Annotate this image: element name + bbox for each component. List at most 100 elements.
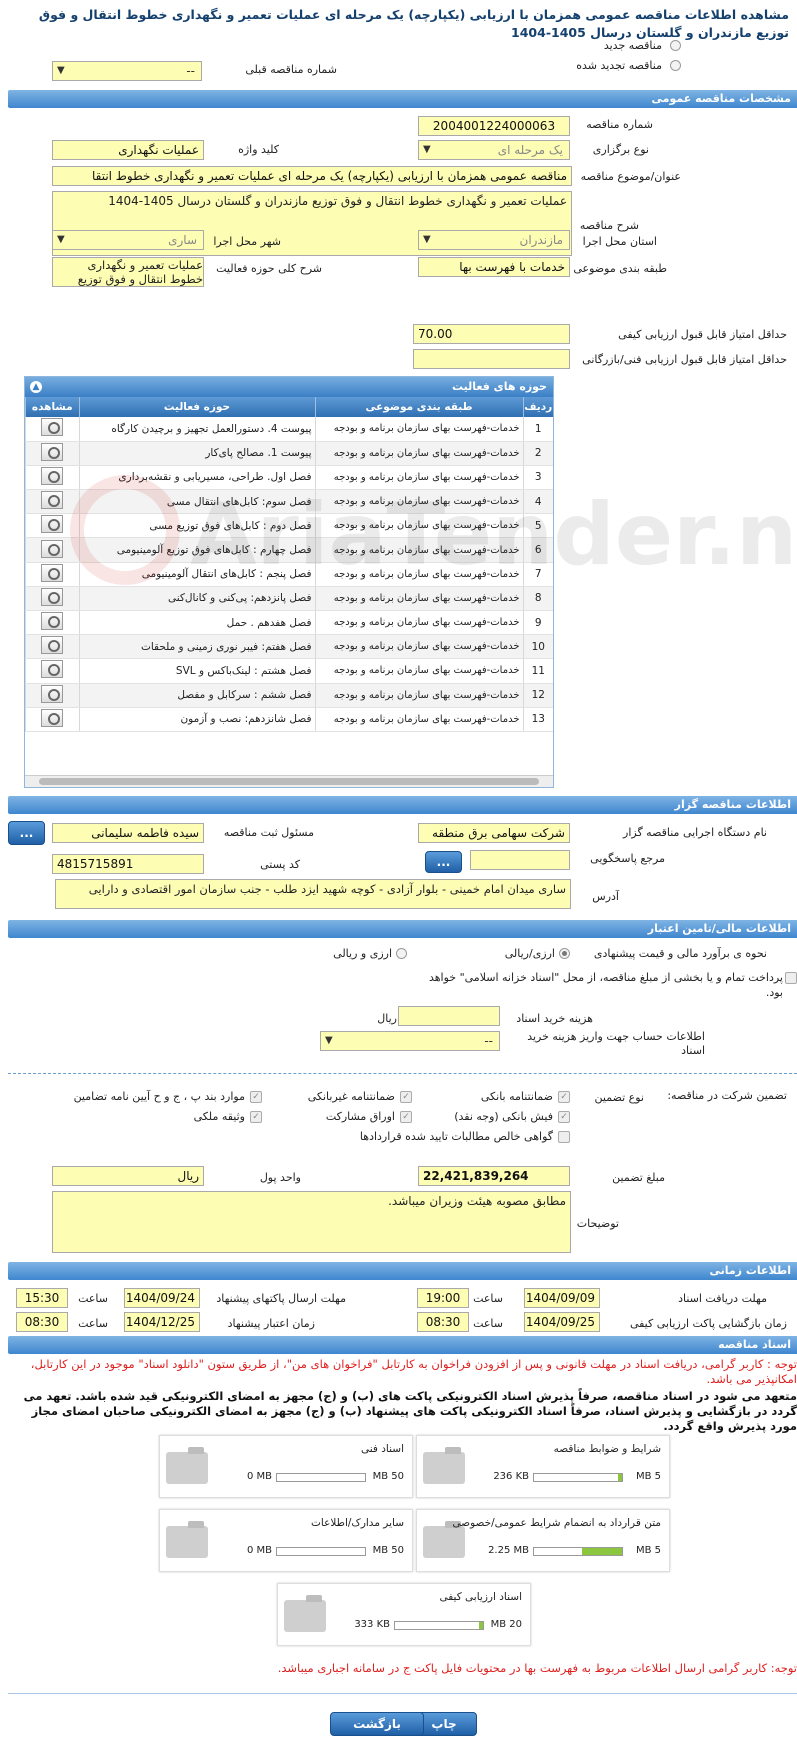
bank-guarantee-label: ضمانتنامه بانکی xyxy=(480,1090,553,1103)
currency-rial-label: ارزی/ریالی xyxy=(504,947,555,960)
ref-select-button[interactable]: ... xyxy=(425,851,462,873)
treasury-checkbox[interactable] xyxy=(785,972,797,984)
category-field[interactable]: خدمات با فهرست بها xyxy=(418,257,570,277)
hold-type-select[interactable]: یک مرحله ای ▼ xyxy=(418,140,570,160)
view-icon[interactable] xyxy=(41,684,64,703)
bank-guarantee-checkbox[interactable]: ✓ xyxy=(558,1091,570,1103)
folder-icon xyxy=(423,1447,465,1484)
open-date-field[interactable]: 1404/09/25 xyxy=(524,1312,600,1332)
currency-unit-field[interactable]: ریال xyxy=(52,1166,204,1186)
renewed-tender-radio[interactable] xyxy=(670,60,681,71)
view-icon[interactable] xyxy=(41,418,64,437)
row-field: فصل هشتم : لینک‌باکس و SVL xyxy=(78,658,315,684)
submit-time-field[interactable]: 15:30 xyxy=(16,1288,68,1308)
bank-receipt-checkbox[interactable]: ✓ xyxy=(558,1111,570,1123)
subject-field[interactable]: مناقصه عمومی همزمان با ارزیابی (یکپارچه)… xyxy=(52,166,572,186)
document-card-max: 5 MB xyxy=(635,1545,661,1556)
document-card[interactable]: شرایط و ضوابط مناقصه 5 MB 236 KB xyxy=(416,1435,670,1498)
valid-date-field[interactable]: 1404/12/25 xyxy=(124,1312,200,1332)
tender-no-label: شماره مناقصه xyxy=(586,118,653,131)
min-tech-label: حداقل امتیاز قابل قبول ارزیابی فنی/بازرگ… xyxy=(582,353,787,366)
col-view: مشاهده xyxy=(25,397,79,417)
view-icon[interactable] xyxy=(41,587,64,606)
submit-date-field[interactable]: 1404/09/24 xyxy=(124,1288,200,1308)
view-icon[interactable] xyxy=(41,636,64,655)
row-number: 3 xyxy=(522,465,553,491)
receive-date-field[interactable]: 1404/09/09 xyxy=(524,1288,600,1308)
document-card-progress xyxy=(276,1473,366,1482)
docs-notice-2: متعهد می شود در اسناد مناقصه، صرفاً پذیر… xyxy=(23,1389,797,1433)
table-row: 10 خدمات-فهرست بهای سازمان برنامه و بودجه… xyxy=(25,634,553,660)
responsible-label: مسئول ثبت مناقصه xyxy=(223,826,314,839)
chevron-down-icon: ▼ xyxy=(57,234,65,245)
document-card-title: سایر مدارک/اطلاعات xyxy=(311,1517,404,1529)
divider xyxy=(8,1073,797,1074)
view-icon[interactable] xyxy=(41,563,64,582)
bonds-checkbox[interactable]: ✓ xyxy=(400,1111,412,1123)
min-quality-field[interactable]: 70.00 xyxy=(413,324,570,344)
tender-no-field[interactable]: 2004001224000063 xyxy=(418,116,570,136)
row-field: فصل پنجم : کابل‌های انتقال آلومینیومی xyxy=(78,562,315,587)
back-button[interactable]: بازگشت xyxy=(330,1712,424,1736)
receive-time-field[interactable]: 19:00 xyxy=(417,1288,469,1308)
responsible-more-button[interactable]: ... xyxy=(8,821,45,845)
document-card-max: 50 MB xyxy=(372,1471,404,1482)
address-label: آدرس xyxy=(592,890,619,903)
row-field: فصل دوم : کابل‌های فوق توزیع مسی xyxy=(78,513,315,539)
notes-textarea[interactable]: مطابق مصوبه هیئت وزیران میباشد. xyxy=(52,1191,571,1253)
scope-textarea[interactable]: عملیات تعمیر و نگهداری خطوط انتقال و فوق… xyxy=(52,257,204,287)
view-icon[interactable] xyxy=(41,612,64,631)
min-quality-label: حداقل امتیاز قابل قبول ارزیابی کیفی xyxy=(618,328,787,341)
net-claims-checkbox[interactable] xyxy=(558,1131,570,1143)
row-field: پیوست 4. دستورالعمل تجهیز و برچیدن کارگا… xyxy=(78,417,315,442)
document-card[interactable]: سایر مدارک/اطلاعات 50 MB 0 MB xyxy=(159,1509,413,1572)
valid-time-field[interactable]: 08:30 xyxy=(16,1312,68,1332)
new-tender-radio[interactable] xyxy=(670,40,681,51)
amount-field[interactable]: 22,421,839,264 xyxy=(418,1166,570,1186)
city-select[interactable]: ساری ▼ xyxy=(52,230,204,250)
prev-tender-no-label: شماره مناقصه قبلی xyxy=(245,63,337,76)
document-card[interactable]: اسناد فنی 50 MB 0 MB xyxy=(159,1435,413,1498)
view-icon[interactable] xyxy=(41,491,64,510)
ref-field[interactable] xyxy=(470,850,570,870)
estimate-label: نحوه ی برآورد مالی و قیمت پیشنهادی xyxy=(593,947,767,960)
document-card-size: 236 KB xyxy=(493,1471,529,1482)
province-select[interactable]: مازندران ▼ xyxy=(418,230,570,250)
responsible-field[interactable]: سیده فاطمه سلیمانی xyxy=(52,823,204,843)
document-card[interactable]: اسناد ارزیابی کیفی 20 MB 333 KB xyxy=(277,1583,531,1646)
clause-items-checkbox[interactable]: ✓ xyxy=(250,1091,262,1103)
view-icon[interactable] xyxy=(41,708,64,727)
activity-panel-header: حوزه های فعالیت ▲ xyxy=(25,377,553,397)
address-field[interactable]: ساری میدان امام خمینی - بلوار آزادی - کو… xyxy=(55,879,571,909)
device-field[interactable]: شرکت سهامی برق منطقه xyxy=(418,823,570,843)
open-time-field[interactable]: 08:30 xyxy=(417,1312,469,1332)
view-icon[interactable] xyxy=(41,515,64,534)
view-icon[interactable] xyxy=(41,466,64,485)
currency-and-rial-radio[interactable] xyxy=(396,948,407,959)
property-collateral-checkbox[interactable]: ✓ xyxy=(250,1111,262,1123)
document-card-progress-fill xyxy=(617,1474,622,1481)
folder-icon xyxy=(423,1521,465,1558)
section-timing: اطلاعات زمانی xyxy=(8,1262,797,1280)
view-icon[interactable] xyxy=(41,442,64,461)
keyword-field[interactable]: عملیات نگهداری xyxy=(52,140,204,160)
view-icon[interactable] xyxy=(41,660,64,679)
document-card[interactable]: متن قرارداد به انضمام شرایط عمومی/خصوصی 5… xyxy=(416,1509,670,1572)
chevron-down-icon: ▼ xyxy=(325,1035,333,1046)
nonbank-guarantee-checkbox[interactable]: ✓ xyxy=(400,1091,412,1103)
folder-icon xyxy=(284,1595,326,1632)
row-field: فصل هفدهم . حمل xyxy=(78,610,315,636)
net-claims-label: گواهی خالص مطالبات تایید شده قراردادها xyxy=(359,1130,553,1143)
collapse-icon[interactable]: ▲ xyxy=(30,381,42,393)
row-category: خدمات-فهرست بهای سازمان برنامه و بودجه xyxy=(314,683,523,708)
prev-tender-no-select[interactable]: -- ▼ xyxy=(52,61,202,81)
currency-rial-radio[interactable] xyxy=(559,948,570,959)
min-tech-field[interactable] xyxy=(413,349,570,369)
account-select[interactable]: -- ▼ xyxy=(320,1031,500,1051)
row-number: 13 xyxy=(522,707,553,732)
table-scrollbar[interactable] xyxy=(25,775,553,787)
view-icon[interactable] xyxy=(41,539,64,558)
row-field: فصل شانزدهم: نصب و آزمون xyxy=(78,707,315,732)
postal-field[interactable]: 4815715891 xyxy=(52,854,204,874)
doc-fee-field[interactable] xyxy=(398,1006,500,1026)
